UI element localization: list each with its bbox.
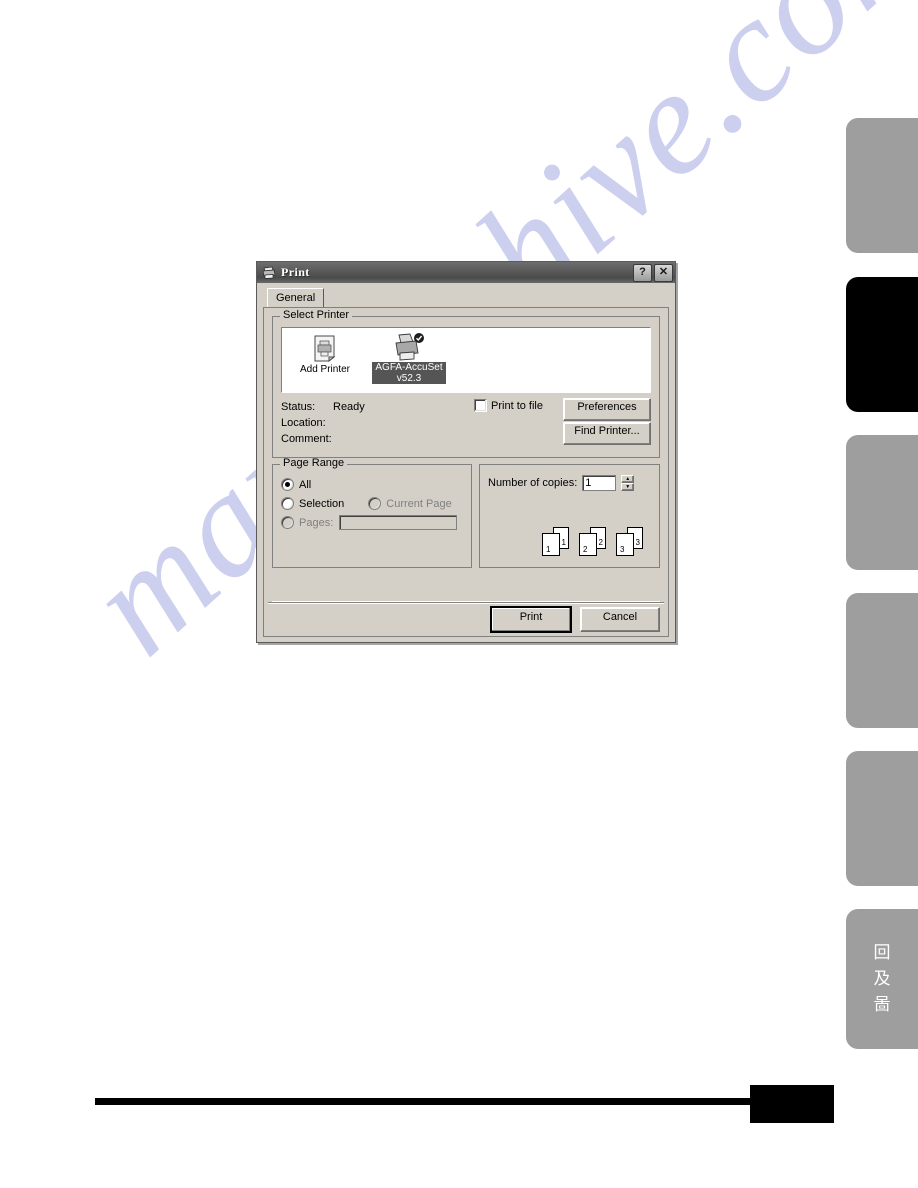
collate-sheet-number: 2 [583, 545, 588, 554]
radio-pages: Pages: [281, 513, 333, 532]
select-printer-group: Select Printer Add Printer AGFA-AccuSet … [272, 310, 660, 458]
print-to-file-label: Print to file [491, 399, 543, 412]
dialog-body: General Select Printer Add Printer AGFA-… [257, 283, 675, 642]
stepper-up-icon[interactable]: ▲ [621, 475, 635, 483]
printer-default-icon [392, 333, 426, 361]
radio-selection-label: Selection [299, 497, 345, 510]
find-printer-button[interactable]: Find Printer... [563, 422, 651, 445]
tabstrip: General [263, 288, 669, 308]
radio-indicator [281, 516, 294, 529]
copies-stepper[interactable]: ▲ ▼ [621, 475, 635, 491]
collate-sheet-number: 1 [546, 545, 551, 554]
copies-group: Number of copies: 1 ▲ ▼ 1 1 2 2 3 3 [479, 464, 660, 568]
collate-pair: 1 1 [542, 527, 572, 556]
sidebar-glyph-1: 回 [873, 942, 891, 963]
dialog-titlebar: Print ? ✕ [257, 262, 675, 283]
location-label: Location: [281, 417, 326, 429]
pages-input [339, 515, 458, 530]
chapter-tab-sidebar: 回 及 啚 [840, 0, 918, 1188]
printer-status-area: Status: Ready Location: Comment: Print t… [281, 398, 651, 453]
collate-pair: 3 3 [616, 527, 646, 556]
print-button[interactable]: Print [490, 605, 572, 633]
collate-sheet-number: 3 [620, 545, 625, 554]
footer-page-block [750, 1085, 834, 1123]
radio-current-page-label: Current Page [386, 497, 452, 510]
printer-item-label: Add Printer [299, 364, 351, 375]
copies-input[interactable]: 1 [582, 475, 617, 491]
sidebar-item-6[interactable]: 回 及 啚 [846, 909, 918, 1049]
radio-pages-label: Pages: [299, 516, 334, 529]
copies-label: Number of copies: [488, 477, 578, 489]
sidebar-glyph-3: 啚 [873, 994, 891, 1015]
printer-list[interactable]: Add Printer AGFA-AccuSet v52.3 [281, 327, 651, 393]
collate-preview: 1 1 2 2 3 3 [542, 527, 646, 556]
sidebar-item-6-glyphs: 回 及 啚 [846, 909, 918, 1049]
sidebar-item-5[interactable] [846, 751, 918, 886]
dialog-footer: Print Cancel [272, 601, 660, 633]
copies-row: Number of copies: 1 ▲ ▼ [488, 475, 651, 491]
collate-sheet-number: 1 [561, 538, 566, 547]
footer-rule [95, 1098, 755, 1105]
collate-sheet-front: 3 [616, 533, 634, 556]
print-dialog: Print ? ✕ General Select Printer Add Pri… [256, 261, 676, 643]
printer-item-agfa-accuset[interactable]: AGFA-AccuSet v52.3 [372, 333, 446, 384]
collate-sheet-front: 1 [542, 533, 560, 556]
help-button[interactable]: ? [633, 263, 652, 282]
tab-panel-general: Select Printer Add Printer AGFA-AccuSet … [263, 308, 669, 637]
printer-item-label: AGFA-AccuSet v52.3 [372, 362, 446, 384]
collate-sheet-front: 2 [579, 533, 597, 556]
printer-icon [261, 266, 277, 280]
radio-current-page: Current Page [368, 494, 452, 513]
collate-pair: 2 2 [579, 527, 609, 556]
radio-indicator[interactable] [281, 478, 294, 491]
sidebar-item-1[interactable] [846, 118, 918, 253]
select-printer-title: Select Printer [280, 310, 353, 321]
stepper-down-icon[interactable]: ▼ [621, 483, 635, 491]
sidebar-item-2[interactable] [846, 277, 918, 412]
dialog-title: Print [281, 265, 310, 279]
checkbox-box[interactable] [474, 399, 488, 412]
tab-general[interactable]: General [267, 288, 325, 307]
status-label: Status: [281, 401, 316, 413]
preferences-button[interactable]: Preferences [563, 398, 651, 421]
close-icon[interactable]: ✕ [654, 263, 673, 282]
page-range-group: Page Range All Selection Current Page Pa… [272, 458, 472, 568]
collate-sheet-number: 3 [635, 538, 640, 547]
radio-all[interactable]: All [281, 475, 463, 494]
status-value: Ready [333, 401, 365, 413]
sidebar-item-3[interactable] [846, 435, 918, 570]
collate-sheet-number: 2 [598, 538, 603, 547]
radio-indicator[interactable] [281, 497, 294, 510]
sidebar-glyph-2: 及 [873, 968, 891, 989]
add-printer-icon [310, 333, 340, 363]
radio-selection[interactable]: Selection [281, 494, 344, 513]
radio-indicator [368, 497, 382, 510]
cancel-button[interactable]: Cancel [580, 606, 660, 632]
sidebar-item-4[interactable] [846, 593, 918, 728]
page-range-title: Page Range [280, 458, 348, 469]
radio-all-label: All [299, 478, 312, 491]
print-to-file-checkbox[interactable]: Print to file [474, 399, 543, 412]
lower-row: Page Range All Selection Current Page Pa… [272, 458, 660, 568]
comment-label: Comment: [281, 433, 332, 445]
printer-item-add-printer[interactable]: Add Printer [288, 333, 362, 375]
